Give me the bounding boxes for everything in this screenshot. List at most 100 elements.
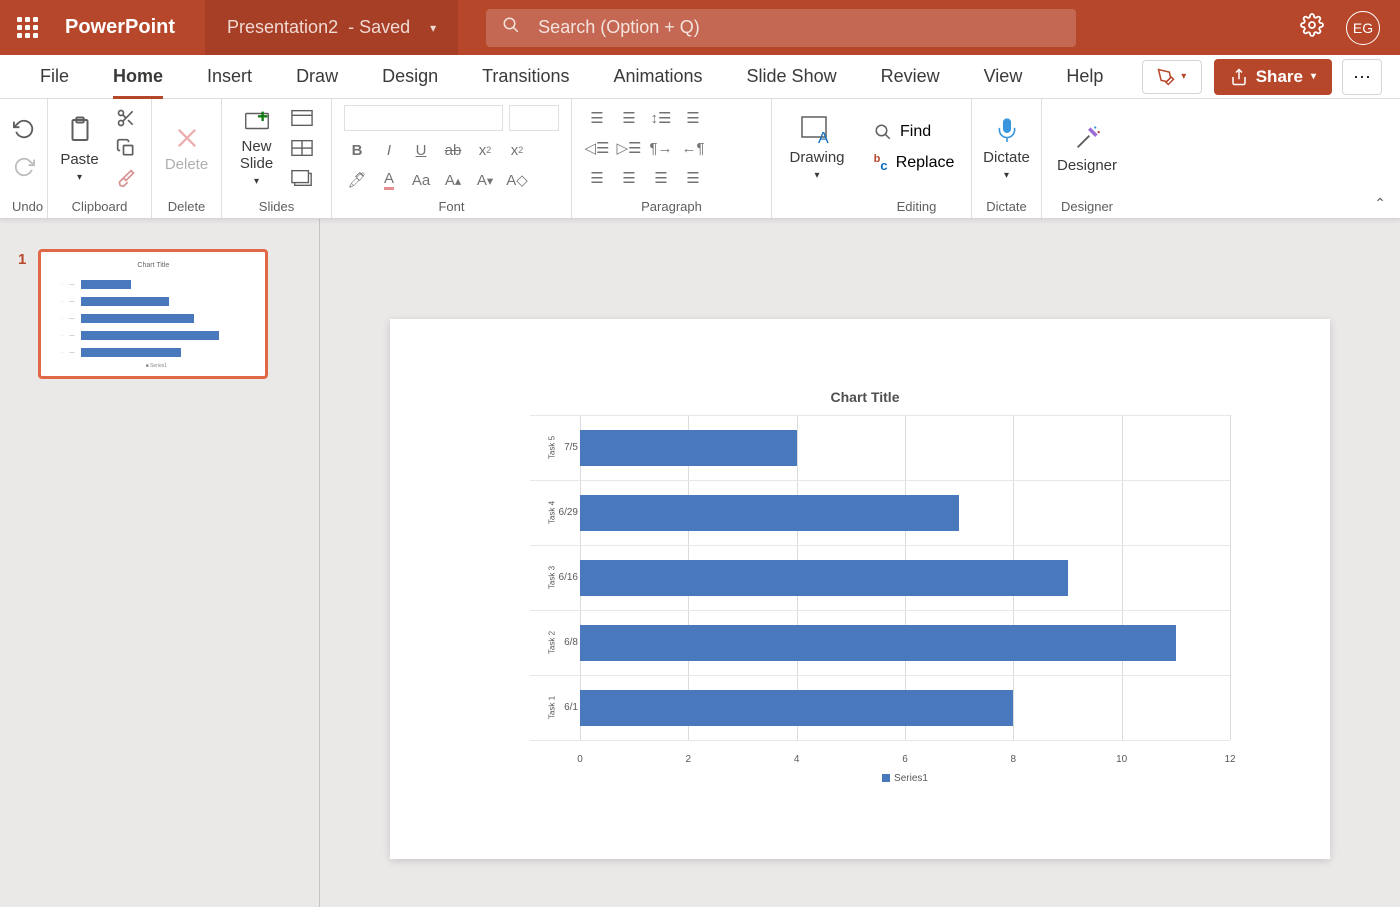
indent-icon: ☰ — [686, 109, 699, 127]
chart-bar[interactable] — [580, 625, 1176, 661]
align-justify-button[interactable]: ☰ — [680, 167, 706, 189]
chart-bar[interactable] — [580, 430, 797, 466]
slide-thumbnail-pane[interactable]: 1 Chart Title ·—·—·—·—·— ■ Series1 — [0, 219, 320, 907]
drawing-button[interactable]: A Drawing ▾ — [785, 111, 848, 185]
align-left-button[interactable]: ☰ — [584, 167, 610, 189]
settings-button[interactable] — [1300, 13, 1324, 43]
font-color-button[interactable]: A — [376, 169, 402, 191]
tab-file[interactable]: File — [18, 55, 91, 99]
slide[interactable]: Chart Title 024681012Task 57/5Task 46/29… — [390, 319, 1330, 859]
underline-button[interactable]: U — [408, 139, 434, 161]
find-button[interactable]: Find — [874, 123, 931, 141]
redo-button[interactable] — [7, 153, 41, 181]
collapse-ribbon-button[interactable]: ⌃ — [1374, 195, 1386, 212]
document-title-button[interactable]: Presentation2 - Saved ▾ — [205, 0, 458, 55]
group-label-designer: Designer — [1054, 197, 1120, 214]
x-tick-label: 10 — [1116, 754, 1127, 765]
group-label-delete: Delete — [164, 197, 209, 214]
cut-button[interactable] — [109, 104, 143, 132]
tab-insert[interactable]: Insert — [185, 55, 274, 99]
line-spacing-button[interactable]: ↕☰ — [648, 107, 674, 129]
chart-bar[interactable] — [580, 560, 1068, 596]
tab-home[interactable]: Home — [91, 55, 185, 99]
reset-button[interactable] — [285, 134, 319, 162]
clear-format-button[interactable]: A◇ — [504, 169, 530, 191]
replace-button[interactable]: ᵇc Replace — [874, 153, 954, 173]
change-case-button[interactable]: Aa — [408, 169, 434, 191]
bullets-button[interactable]: ☰ — [584, 107, 610, 129]
ltr-button[interactable]: ¶→ — [648, 137, 674, 159]
tab-draw[interactable]: Draw — [274, 55, 360, 99]
copy-button[interactable] — [109, 134, 143, 162]
chart-bar[interactable] — [580, 495, 959, 531]
slide-canvas[interactable]: Chart Title 024681012Task 57/5Task 46/29… — [320, 219, 1400, 907]
tab-animations[interactable]: Animations — [591, 55, 724, 99]
chart-plot-area: 024681012Task 57/5Task 46/29Task 36/16Ta… — [580, 415, 1230, 765]
numbering-button[interactable]: ☰ — [616, 107, 642, 129]
dictate-button[interactable]: Dictate ▾ — [979, 111, 1034, 185]
drawing-label: Drawing — [789, 149, 844, 166]
tab-transitions[interactable]: Transitions — [460, 55, 591, 99]
font-size-select[interactable] — [509, 105, 559, 131]
slide-thumbnail-1[interactable]: Chart Title ·—·—·—·—·— ■ Series1 — [38, 249, 268, 379]
format-painter-button[interactable] — [109, 164, 143, 192]
tab-help[interactable]: Help — [1044, 55, 1125, 99]
designer-button[interactable]: Designer — [1053, 119, 1121, 178]
tab-slideshow[interactable]: Slide Show — [725, 55, 859, 99]
ltr-icon: ¶→ — [649, 140, 672, 157]
increase-indent-button[interactable]: ▷☰ — [616, 137, 642, 159]
editing-mode-button[interactable]: ▾ — [1142, 60, 1202, 94]
section-button[interactable] — [285, 164, 319, 192]
new-slide-label: New Slide — [240, 138, 273, 172]
paste-button[interactable]: Paste ▾ — [56, 109, 102, 187]
group-label-font: Font — [344, 197, 559, 214]
search-input[interactable]: Search (Option + Q) — [486, 9, 1076, 47]
app-launcher-button[interactable] — [0, 17, 55, 38]
row-separator — [530, 740, 1230, 741]
undo-button[interactable] — [7, 115, 41, 143]
align-center-button[interactable]: ☰ — [616, 167, 642, 189]
subscript-button[interactable]: x2 — [472, 139, 498, 161]
list-indent-button[interactable]: ☰ — [680, 107, 706, 129]
chevron-down-icon: ▾ — [254, 176, 259, 187]
duplicate-icon — [291, 169, 313, 187]
group-label-clipboard: Clipboard — [60, 197, 139, 214]
grow-font-button[interactable]: A▴ — [440, 169, 466, 191]
group-label-undo: Undo — [12, 197, 35, 214]
share-button[interactable]: Share ▾ — [1214, 59, 1332, 95]
chevron-down-icon: ▾ — [430, 21, 436, 35]
more-options-button[interactable]: ··· — [1342, 59, 1382, 95]
tab-design[interactable]: Design — [360, 55, 460, 99]
highlight-button[interactable]: 🖊 — [344, 169, 370, 191]
bold-button[interactable]: B — [344, 139, 370, 161]
chevron-down-icon: ▾ — [77, 172, 82, 183]
rtl-button[interactable]: ←¶ — [680, 137, 706, 159]
new-slide-button[interactable]: New Slide ▾ — [234, 103, 279, 193]
chart-bar-row: Task 16/1 — [580, 675, 1230, 740]
chart[interactable]: Chart Title 024681012Task 57/5Task 46/29… — [500, 389, 1230, 799]
chart-bar[interactable] — [580, 690, 1013, 726]
layout-button[interactable] — [285, 104, 319, 132]
thumb-bar-row: ·— — [61, 295, 251, 308]
shrink-font-button[interactable]: A▾ — [472, 169, 498, 191]
chart-bar-row: Task 46/29 — [580, 480, 1230, 545]
chevron-down-icon: ▾ — [1181, 71, 1186, 82]
document-status-sep: - — [338, 17, 359, 38]
app-name: PowerPoint — [55, 16, 205, 39]
tab-view[interactable]: View — [962, 55, 1045, 99]
superscript-button[interactable]: x2 — [504, 139, 530, 161]
align-right-button[interactable]: ☰ — [648, 167, 674, 189]
strikethrough-button[interactable]: ab — [440, 139, 466, 161]
tab-review[interactable]: Review — [859, 55, 962, 99]
account-button[interactable]: EG — [1346, 11, 1380, 45]
thumb-bar-row: ·— — [61, 278, 251, 291]
group-label-slides: Slides — [234, 197, 319, 214]
redo-icon — [13, 156, 35, 178]
copy-icon — [116, 138, 136, 158]
italic-button[interactable]: I — [376, 139, 402, 161]
font-family-select[interactable] — [344, 105, 503, 131]
ribbon: Undo Paste ▾ Clipboard Delete Delete — [0, 99, 1400, 219]
delete-button[interactable]: Delete — [161, 120, 212, 177]
x-icon — [173, 124, 201, 152]
decrease-indent-button[interactable]: ◁☰ — [584, 137, 610, 159]
